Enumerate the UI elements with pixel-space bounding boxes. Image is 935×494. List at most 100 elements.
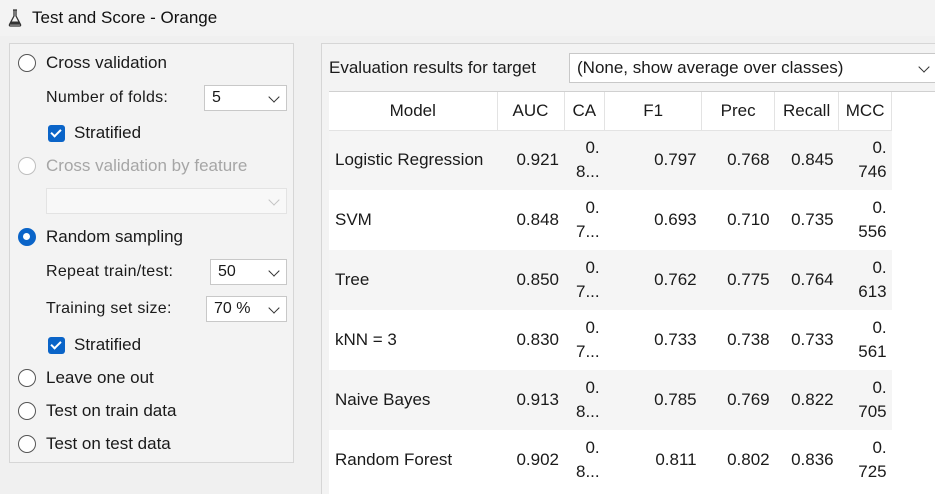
recall-cell: 0.764 xyxy=(774,250,839,310)
stratified-checkbox-2[interactable]: Stratified xyxy=(48,335,141,355)
f1-cell: 0.693 xyxy=(654,210,697,229)
recall-cell: 0.733 xyxy=(791,330,834,349)
model-cell: kNN = 3 xyxy=(335,330,397,349)
cross-validation-label: Cross validation xyxy=(46,53,167,72)
column-header-ca[interactable]: CA xyxy=(564,92,606,131)
table-row[interactable]: Tree 0.850 0. 7... 0.762 0.775 0.764 0. 61… xyxy=(329,250,892,310)
stratified-checkbox-1[interactable]: Stratified xyxy=(48,123,141,143)
mcc-cell: 0. 725 xyxy=(858,438,887,481)
results-table: Model AUC CA F1 Prec Recall MCC Logistic… xyxy=(329,91,935,494)
chevron-down-icon xyxy=(268,265,280,277)
cv-by-feature-label: Cross validation by feature xyxy=(46,156,248,175)
test-on-test-option[interactable]: Test on test data xyxy=(18,434,171,454)
prec-cell: 0.738 xyxy=(727,330,770,349)
model-cell: SVM xyxy=(335,210,372,229)
f1-cell: 0.762 xyxy=(604,250,702,310)
test-on-test-label: Test on test data xyxy=(46,434,171,453)
recall-cell: 0.836 xyxy=(791,450,834,469)
cross-validation-option[interactable]: Cross validation xyxy=(18,53,167,73)
model-cell: Tree xyxy=(329,250,497,310)
table-header: Model AUC CA F1 Prec Recall MCC xyxy=(329,92,893,131)
feature-combo[interactable] xyxy=(46,188,287,214)
f1-cell: 0.733 xyxy=(654,330,697,349)
checkbox[interactable] xyxy=(48,336,65,354)
folds-combo[interactable]: 5 xyxy=(204,85,287,111)
table-row[interactable]: Logistic Regression 0.921 0. 8... 0.797 0… xyxy=(329,130,892,190)
mcc-cell: 0. 613 xyxy=(838,250,892,310)
mcc-cell: 0. 561 xyxy=(858,318,887,361)
training-size-label: Training set size: xyxy=(46,300,172,317)
chevron-down-icon xyxy=(268,194,280,206)
chevron-down-icon xyxy=(918,61,930,73)
test-on-train-label: Test on train data xyxy=(46,401,177,420)
auc-cell: 0.913 xyxy=(497,370,564,430)
f1-cell: 0.797 xyxy=(604,130,702,190)
flask-icon xyxy=(8,9,22,27)
radio-button[interactable] xyxy=(18,402,36,420)
ca-cell: 0. 8... xyxy=(564,130,605,190)
training-size-combo[interactable]: 70 % xyxy=(206,296,287,322)
model-cell: Random Forest xyxy=(335,450,453,469)
column-header-mcc[interactable]: MCC xyxy=(838,92,893,131)
auc-cell: 0.848 xyxy=(516,210,559,229)
f1-cell: 0.811 xyxy=(655,450,697,469)
test-on-train-option[interactable]: Test on train data xyxy=(18,401,176,421)
prec-cell: 0.769 xyxy=(701,370,775,430)
mcc-cell: 0. 556 xyxy=(858,198,887,241)
column-header-recall[interactable]: Recall xyxy=(774,92,840,131)
auc-cell: 0.850 xyxy=(497,250,564,310)
random-sampling-option[interactable]: Random sampling xyxy=(18,227,183,247)
auc-cell: 0.902 xyxy=(516,450,559,469)
prec-cell: 0.775 xyxy=(701,250,775,310)
prec-cell: 0.802 xyxy=(727,450,770,469)
radio-button[interactable] xyxy=(18,54,36,72)
target-combo[interactable]: (None, show average over classes) xyxy=(569,53,935,83)
ca-cell: 0. 8... xyxy=(564,370,605,430)
auc-cell: 0.830 xyxy=(516,330,559,349)
column-header-f1[interactable]: F1 xyxy=(604,92,703,131)
window-title: Test and Score - Orange xyxy=(32,8,218,27)
checkbox[interactable] xyxy=(48,124,65,142)
radio-button[interactable] xyxy=(18,157,36,175)
f1-cell: 0.785 xyxy=(604,370,702,430)
auc-cell: 0.921 xyxy=(497,130,564,190)
radio-button[interactable] xyxy=(18,228,36,246)
title-bar: Test and Score - Orange xyxy=(0,0,935,36)
recall-cell: 0.735 xyxy=(791,210,834,229)
model-cell: Logistic Regression xyxy=(329,130,497,190)
evaluation-panel: Evaluation results for target (None, sho… xyxy=(321,43,935,494)
table-row[interactable]: kNN = 3 0.830 0. 7... 0.733 0.738 0.733 0… xyxy=(329,310,892,370)
column-header-auc[interactable]: AUC xyxy=(497,92,565,131)
target-label: Evaluation results for target xyxy=(329,58,536,77)
mcc-cell: 0. 746 xyxy=(838,130,892,190)
ca-cell: 0. 8... xyxy=(576,438,600,481)
radio-button[interactable] xyxy=(18,435,36,453)
table-row[interactable]: SVM 0.848 0. 7... 0.693 0.710 0.735 0. 556 xyxy=(329,190,892,250)
repeat-label: Repeat train/test: xyxy=(46,263,174,280)
mcc-cell: 0. 705 xyxy=(838,370,892,430)
ca-cell: 0. 7... xyxy=(576,198,600,241)
stratified-label: Stratified xyxy=(74,335,142,354)
table-row[interactable]: Random Forest 0.902 0. 8... 0.811 0.802 0… xyxy=(329,430,892,490)
column-header-prec[interactable]: Prec xyxy=(701,92,776,131)
chevron-down-icon xyxy=(268,91,280,103)
ca-cell: 0. 7... xyxy=(576,318,600,361)
leave-one-out-label: Leave one out xyxy=(46,368,154,387)
table-row[interactable]: Naive Bayes 0.913 0. 8... 0.785 0.769 0.8… xyxy=(329,370,892,430)
leave-one-out-option[interactable]: Leave one out xyxy=(18,368,154,388)
model-cell: Naive Bayes xyxy=(329,370,497,430)
cv-by-feature-option[interactable]: Cross validation by feature xyxy=(18,156,247,176)
chevron-down-icon xyxy=(268,302,280,314)
stratified-label: Stratified xyxy=(74,123,142,142)
prec-cell: 0.768 xyxy=(701,130,775,190)
recall-cell: 0.822 xyxy=(774,370,839,430)
random-sampling-label: Random sampling xyxy=(46,227,184,246)
prec-cell: 0.710 xyxy=(727,210,770,229)
folds-label: Number of folds: xyxy=(46,89,169,106)
radio-button[interactable] xyxy=(18,369,36,387)
column-header-model[interactable]: Model xyxy=(329,92,498,131)
sampling-panel: Cross validation Number of folds: 5 Stra… xyxy=(9,43,294,463)
ca-cell: 0. 7... xyxy=(564,250,605,310)
repeat-combo[interactable]: 50 xyxy=(210,259,287,285)
recall-cell: 0.845 xyxy=(774,130,839,190)
